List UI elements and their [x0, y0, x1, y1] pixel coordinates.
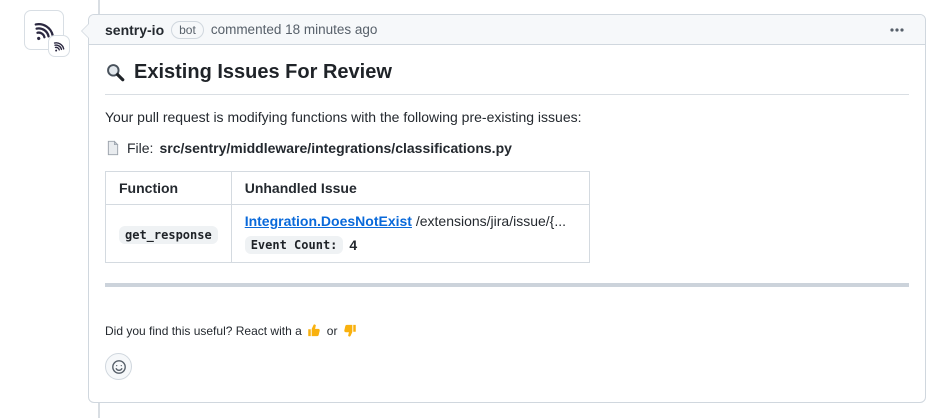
- avatar[interactable]: [24, 10, 64, 50]
- table-row: get_response Integration.DoesNotExist /e…: [106, 205, 590, 263]
- bot-comment: sentry-io bot commented 18 minutes ago: [88, 14, 926, 403]
- thumbs-up-emoji: [307, 323, 322, 338]
- section-title-text: Existing Issues For Review: [134, 61, 392, 84]
- function-name: get_response: [119, 226, 218, 244]
- issue-link[interactable]: Integration.DoesNotExist: [245, 213, 412, 229]
- table-header-row: Function Unhandled Issue: [106, 172, 590, 205]
- smiley-icon: [111, 359, 127, 375]
- add-reaction-button[interactable]: [105, 353, 132, 380]
- page-facing-up-emoji: [105, 140, 121, 156]
- issues-table: Function Unhandled Issue get_response In…: [105, 171, 590, 263]
- pr-conversation-timeline: sentry-io bot commented 18 minutes ago: [0, 0, 937, 418]
- thumbs-down-emoji: [342, 323, 357, 338]
- feedback-prompt: Did you find this useful? React with a o…: [105, 323, 909, 338]
- event-count-value: 4: [349, 237, 357, 253]
- bot-badge: bot: [171, 21, 204, 39]
- comment-options-button[interactable]: [885, 20, 909, 40]
- feedback-prompt-text: Did you find this useful? React with a: [105, 324, 302, 338]
- author-link[interactable]: sentry-io: [105, 22, 164, 38]
- issue-line: Integration.DoesNotExist /extensions/jir…: [245, 213, 576, 229]
- divider: [105, 283, 909, 287]
- issue-location: /extensions/jira/issue/{...: [416, 213, 566, 229]
- comment-caret: [82, 23, 90, 39]
- magnifying-glass-emoji: [105, 62, 126, 83]
- section-title: Existing Issues For Review: [105, 61, 909, 95]
- column-header-unhandled-issue: Unhandled Issue: [231, 172, 589, 205]
- comment-body: Existing Issues For Review Your pull req…: [89, 45, 925, 396]
- comment-timestamp[interactable]: commented 18 minutes ago: [211, 22, 378, 37]
- event-count-label: Event Count:: [245, 236, 344, 254]
- event-count-line: Event Count: 4: [245, 236, 576, 254]
- feedback-prompt-or: or: [327, 324, 338, 338]
- kebab-horizontal-icon: [889, 22, 905, 38]
- file-line: File: src/sentry/middleware/integrations…: [105, 140, 909, 156]
- function-cell: get_response: [106, 205, 232, 263]
- file-label: File:: [127, 140, 153, 156]
- file-path: src/sentry/middleware/integrations/class…: [159, 140, 511, 156]
- column-header-function: Function: [106, 172, 232, 205]
- bot-avatar-badge: [48, 35, 70, 57]
- sentry-logo-icon: [52, 39, 66, 53]
- issue-cell: Integration.DoesNotExist /extensions/jir…: [231, 205, 589, 263]
- comment-header: sentry-io bot commented 18 minutes ago: [89, 15, 925, 45]
- intro-text: Your pull request is modifying functions…: [105, 109, 909, 125]
